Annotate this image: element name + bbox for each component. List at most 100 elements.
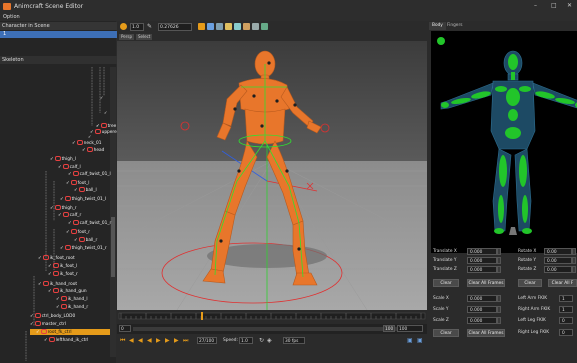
maximize-icon[interactable]: □	[551, 2, 557, 9]
spin-up-icon[interactable]	[572, 257, 576, 264]
tree-node[interactable]: ✓ head	[82, 147, 104, 153]
check-icon[interactable]: ✓	[50, 157, 54, 162]
check-icon[interactable]: ✓	[38, 256, 42, 261]
loop-icon[interactable]: ↻	[259, 337, 264, 344]
body-picker[interactable]	[431, 31, 577, 253]
spin-up-icon[interactable]	[497, 257, 501, 264]
tree-node[interactable]: ✓ thigh_twist_01_r	[60, 245, 107, 251]
check-icon[interactable]: ✓	[48, 272, 52, 277]
spin-up-icon[interactable]	[497, 317, 501, 324]
check-icon[interactable]: ✓	[48, 264, 52, 269]
rotate-input[interactable]: 0.00	[544, 248, 572, 255]
clear-all-translate-button[interactable]: Clear All Frames	[467, 279, 505, 287]
scale-input[interactable]: 1.0	[130, 23, 144, 31]
minimize-icon[interactable]: –	[534, 2, 537, 9]
tree-node[interactable]: ✓ calf_l	[58, 164, 81, 170]
check-icon[interactable]: ✓	[30, 314, 34, 319]
check-icon[interactable]: ✓	[90, 130, 94, 135]
camera-icon[interactable]	[120, 23, 127, 30]
check-icon[interactable]: ✓	[56, 305, 60, 310]
fps-select[interactable]: 30 fps	[283, 337, 305, 344]
scale-input[interactable]: 0.000	[467, 306, 497, 313]
tree-node[interactable]: ✓ ctrl_body_LOD0	[30, 313, 75, 319]
tree-node[interactable]: ✓ calf_twist_01_l	[68, 171, 111, 177]
clear-scale-button[interactable]: Clear	[433, 329, 459, 337]
save-icon[interactable]: ▣	[407, 337, 413, 344]
snap-icon[interactable]	[252, 23, 259, 30]
next-key-icon[interactable]: ▶	[174, 337, 179, 344]
check-icon[interactable]: ✓	[50, 206, 54, 211]
range-end-input[interactable]: 100	[397, 325, 423, 332]
pencil-icon[interactable]: ✎	[147, 23, 154, 30]
spin-up-icon[interactable]	[497, 306, 501, 313]
time-input[interactable]: 0.27626	[158, 23, 192, 31]
tree-node[interactable]: ✓ ik_hand_l	[56, 296, 88, 302]
check-icon[interactable]: ✓	[30, 322, 34, 327]
translate-input[interactable]: 0.000	[467, 266, 497, 273]
timeline[interactable]	[117, 310, 427, 324]
translate-input[interactable]: 0.000	[467, 248, 497, 255]
speed-input[interactable]: 1.0	[239, 337, 253, 344]
first-frame-icon[interactable]: ⏮	[120, 337, 125, 344]
last-frame-icon[interactable]: ⏭	[183, 337, 188, 344]
step-back-icon[interactable]: ◀	[138, 337, 143, 344]
tree-node[interactable]: ✓ ik_foot_r	[48, 271, 78, 277]
check-icon[interactable]: ✓	[56, 297, 60, 302]
3d-viewport[interactable]	[117, 41, 427, 310]
rotate-input[interactable]: 0.00	[544, 266, 572, 273]
scale-input[interactable]: 0.000	[467, 295, 497, 302]
tree-node[interactable]: ✓ calf_r	[58, 212, 81, 218]
clear-all-scale-button[interactable]: Clear All Frames	[467, 329, 505, 337]
clear-rotate-button[interactable]: Clear	[518, 279, 542, 287]
tree-node[interactable]: ✓ neck_01	[72, 140, 101, 146]
clear-all-rotate-button[interactable]: Clear All F	[548, 279, 577, 287]
scale-tool-icon[interactable]	[216, 23, 223, 30]
check-icon[interactable]: ✓	[58, 213, 62, 218]
check-icon[interactable]: ✓	[48, 289, 52, 294]
key-icon[interactable]: ◈	[267, 337, 272, 344]
tree-node[interactable]: ✓ ik_hand_r	[56, 304, 88, 310]
play-icon[interactable]: ▶	[156, 337, 161, 344]
tree-node[interactable]: ✓ uppere	[90, 129, 117, 135]
check-icon[interactable]: ✓	[68, 221, 72, 226]
check-icon[interactable]: ✓	[74, 188, 78, 193]
tree-node[interactable]: ✓ thigh_l	[50, 156, 76, 162]
tree-node[interactable]: ✓ foot_l	[66, 180, 89, 186]
step-forward-icon[interactable]: ▶	[165, 337, 170, 344]
check-icon[interactable]: ✓	[74, 238, 78, 243]
check-icon[interactable]: ✓	[72, 141, 76, 146]
check-icon[interactable]: ✓	[60, 197, 64, 202]
persp-chip[interactable]: Persp	[119, 34, 134, 40]
scale-input[interactable]: 0.000	[467, 317, 497, 324]
rotate-tool-icon[interactable]	[207, 23, 214, 30]
prev-key-icon[interactable]: ◀	[129, 337, 134, 344]
image-icon[interactable]	[243, 23, 250, 30]
fkik-input[interactable]: 1	[559, 295, 573, 302]
clear-translate-button[interactable]: Clear	[433, 279, 459, 287]
tree-node[interactable]: ✓ ik_foot_l	[48, 263, 77, 269]
range-current-input[interactable]: 100	[383, 325, 395, 332]
frame-input[interactable]: 27/100	[197, 337, 217, 344]
export-icon[interactable]: ▣	[417, 337, 423, 344]
tree-node[interactable]: ✓ ball_l	[74, 187, 97, 193]
check-icon[interactable]: ✓	[66, 181, 70, 186]
tree-node[interactable]: ✓ ik_foot_root	[38, 255, 75, 261]
tree-node[interactable]: ✓ lefthand_ik_ctrl	[44, 337, 88, 343]
range-start-input[interactable]: 0	[119, 325, 131, 332]
rotate-input[interactable]: 0.00	[544, 257, 572, 264]
move-tool-icon[interactable]	[198, 23, 205, 30]
range-slider[interactable]	[133, 327, 397, 331]
tree-node[interactable]: ✓ thigh_r	[50, 205, 77, 211]
select-chip[interactable]: Select	[136, 34, 153, 40]
tree-node[interactable]: ✓ calf_twist_01_r	[68, 220, 111, 226]
spin-up-icon[interactable]	[572, 248, 576, 255]
tab-fingers[interactable]: Fingers	[444, 22, 465, 30]
reverse-play-icon[interactable]: ◀	[147, 337, 152, 344]
check-icon[interactable]: ✓	[82, 148, 86, 153]
check-icon[interactable]: ✓	[60, 246, 64, 251]
menu-option[interactable]: Option	[3, 14, 20, 20]
tree-node[interactable]: ✓ ik_hand_root	[38, 281, 77, 287]
spin-up-icon[interactable]	[497, 248, 501, 255]
display-icon[interactable]	[261, 23, 268, 30]
spin-up-icon[interactable]	[497, 266, 501, 273]
